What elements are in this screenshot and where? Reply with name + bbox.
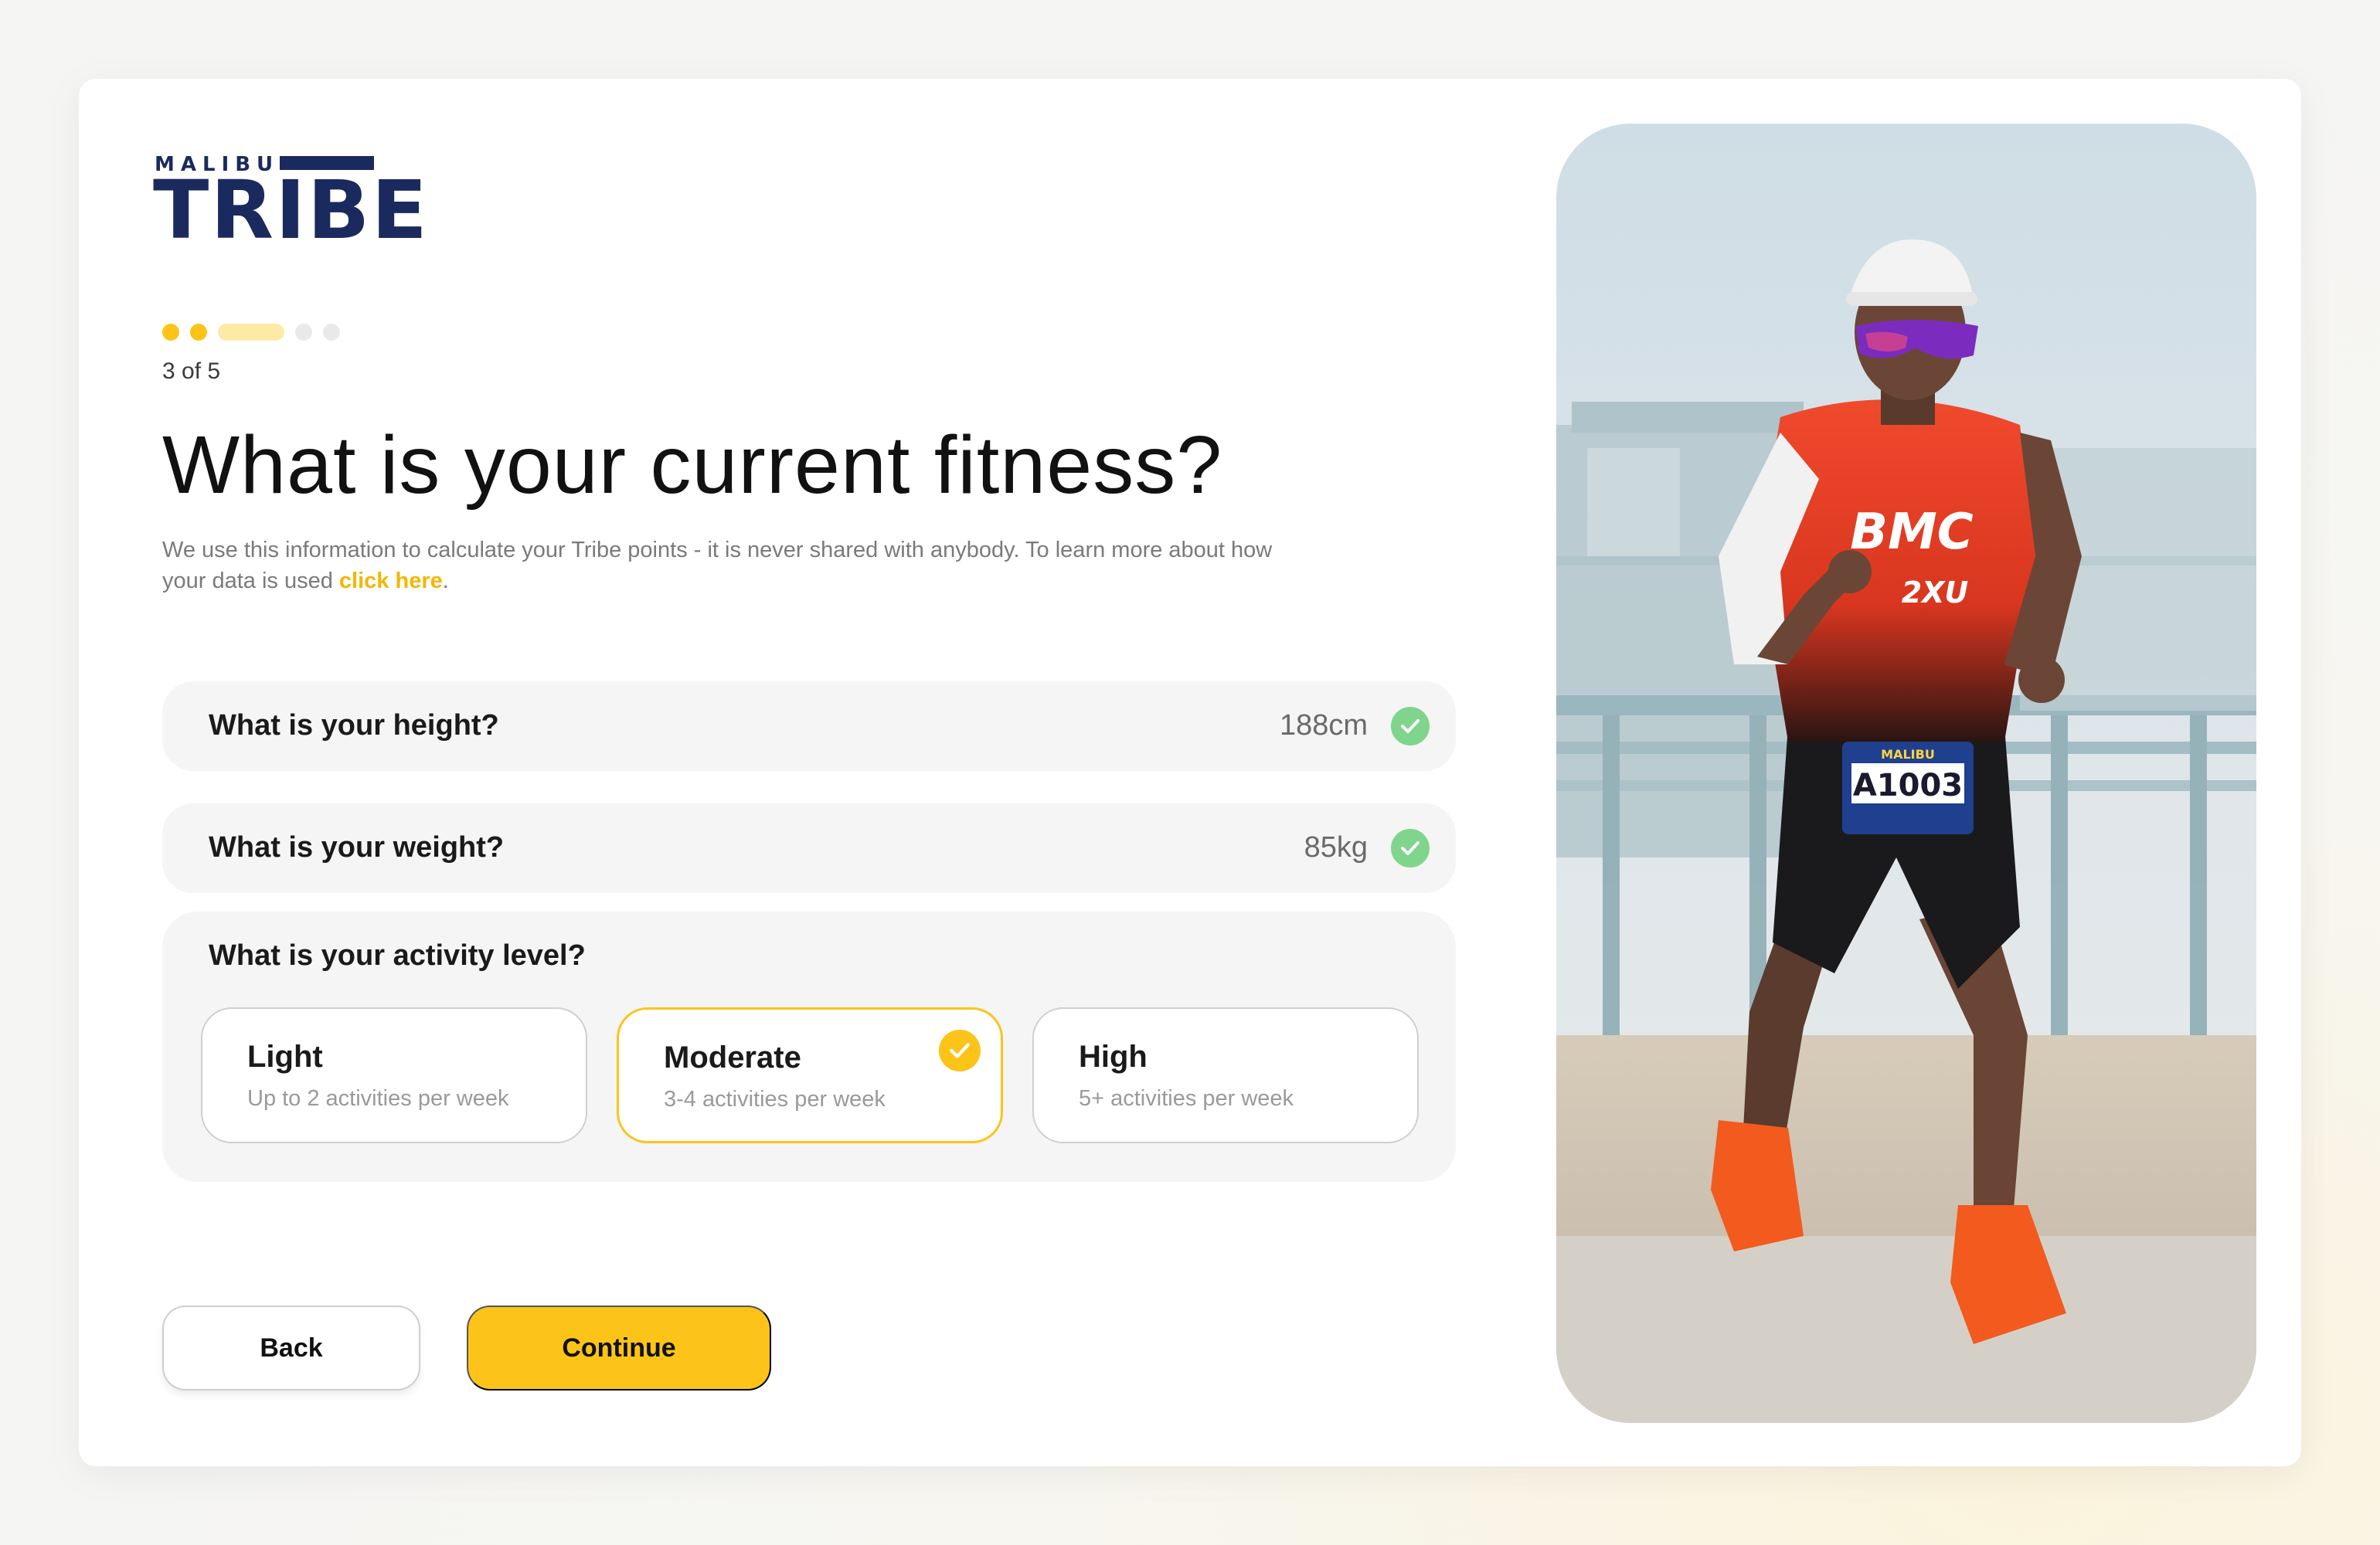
selected-check-icon: [939, 1030, 981, 1071]
weight-value: 85kg: [1304, 831, 1368, 864]
step-progress: [162, 323, 340, 341]
description-text: We use this information to calculate you…: [162, 538, 1273, 593]
runner-photo: A1003 MALIBU BMC 2XU: [1556, 124, 2256, 1423]
onboarding-card: MALIBU TRIBE 3 of 5 What is your current…: [79, 79, 2301, 1466]
logo-big-text: TRIBE: [153, 163, 430, 257]
weight-question-label: What is your weight?: [209, 831, 505, 864]
page-description: We use this information to calculate you…: [162, 535, 1275, 596]
activity-option-moderate[interactable]: Moderate 3-4 activities per week: [617, 1007, 1003, 1143]
step-dot-5: [323, 324, 340, 341]
continue-button[interactable]: Continue: [467, 1306, 771, 1390]
step-dot-1: [162, 324, 179, 341]
activity-option-light[interactable]: Light Up to 2 activities per week: [201, 1007, 587, 1143]
learn-more-link[interactable]: click here: [339, 569, 443, 593]
malibu-tribe-logo: MALIBU TRIBE: [153, 153, 427, 250]
back-button[interactable]: Back: [162, 1306, 420, 1390]
activity-option-high[interactable]: High 5+ activities per week: [1032, 1007, 1419, 1143]
option-name: High: [1079, 1040, 1148, 1074]
height-question-row[interactable]: What is your height? 188cm: [162, 681, 1456, 771]
option-name: Light: [247, 1040, 323, 1074]
height-value: 188cm: [1279, 709, 1368, 742]
option-subtext: 3-4 activities per week: [664, 1087, 886, 1112]
jersey-sub-text: 2XU: [1902, 576, 1969, 610]
step-dot-2: [190, 324, 207, 341]
page-title: What is your current fitness?: [162, 419, 1223, 511]
bib-event-text: MALIBU: [1881, 747, 1935, 762]
check-icon: [1391, 707, 1430, 745]
height-question-label: What is your height?: [209, 709, 499, 742]
step-label: 3 of 5: [162, 358, 221, 384]
activity-level-section: What is your activity level? Light Up to…: [162, 912, 1456, 1182]
option-name: Moderate: [664, 1041, 801, 1075]
activity-question-label: What is your activity level?: [209, 939, 586, 972]
bib-number-text: A1003: [1853, 768, 1963, 803]
option-subtext: Up to 2 activities per week: [247, 1086, 509, 1111]
step-dot-3-current: [218, 324, 284, 341]
weight-question-row[interactable]: What is your weight? 85kg: [162, 803, 1456, 893]
option-subtext: 5+ activities per week: [1079, 1086, 1294, 1111]
check-icon: [1391, 829, 1430, 868]
description-end: .: [442, 569, 449, 593]
step-dot-4: [295, 324, 312, 341]
jersey-logo-text: BMC: [1850, 504, 1973, 561]
